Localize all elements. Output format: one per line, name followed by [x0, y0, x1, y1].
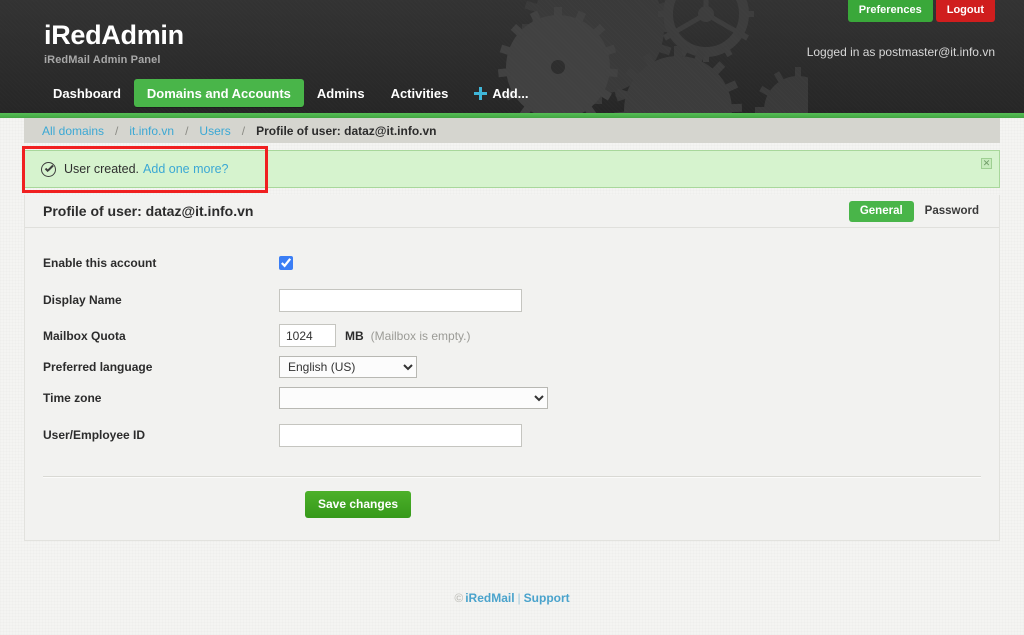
mailbox-quota-label: Mailbox Quota [43, 329, 279, 343]
preferred-language-select[interactable]: English (US) [279, 356, 417, 378]
employee-id-label: User/Employee ID [43, 428, 279, 442]
add-one-more-link[interactable]: Add one more? [143, 162, 228, 176]
app-header: iRedAdmin iRedMail Admin Panel Preferenc… [0, 0, 1024, 113]
breadcrumb-item-domain[interactable]: it.info.vn [129, 124, 174, 138]
save-changes-button[interactable]: Save changes [305, 491, 411, 518]
display-name-label: Display Name [43, 293, 279, 307]
page-footer: ©iRedMail |Support [0, 541, 1024, 605]
plus-icon [474, 87, 487, 100]
employee-id-input[interactable] [279, 424, 522, 447]
brand-title: iRedAdmin [44, 22, 184, 49]
nav-item-add-label: Add... [492, 86, 528, 101]
breadcrumb-item-users[interactable]: Users [199, 124, 230, 138]
top-action-buttons: Preferences Logout [848, 0, 1024, 22]
breadcrumb-separator: / [185, 124, 188, 138]
breadcrumb-separator: / [115, 124, 118, 138]
mailbox-quota-hint: (Mailbox is empty.) [371, 329, 471, 343]
breadcrumb-current: Profile of user: dataz@it.info.vn [256, 124, 436, 138]
panel-header: Profile of user: dataz@it.info.vn Genera… [25, 195, 999, 228]
form-row-employee-id: User/Employee ID [25, 413, 999, 457]
time-zone-label: Time zone [43, 391, 279, 405]
display-name-input[interactable] [279, 289, 522, 312]
save-area: Save changes [25, 478, 999, 540]
mailbox-quota-input[interactable] [279, 324, 336, 347]
form-row-mailbox-quota: Mailbox Quota MB (Mailbox is empty.) [25, 320, 999, 351]
footer-link-iredmail[interactable]: iRedMail [465, 591, 514, 605]
nav-item-admins[interactable]: Admins [304, 79, 378, 107]
enable-account-checkbox[interactable] [279, 256, 293, 270]
panel-tabs: General Password [849, 201, 990, 222]
nav-item-dashboard[interactable]: Dashboard [40, 79, 134, 107]
breadcrumb-item-all-domains[interactable]: All domains [42, 124, 104, 138]
alert-area: User created. Add one more? ✕ [0, 143, 1024, 188]
tab-general[interactable]: General [849, 201, 914, 222]
time-zone-select[interactable] [279, 387, 548, 409]
nav-item-domains-and-accounts[interactable]: Domains and Accounts [134, 79, 304, 107]
preferred-language-label: Preferred language [43, 360, 279, 374]
breadcrumb-separator: / [242, 124, 245, 138]
alert-message: User created. [64, 162, 139, 176]
breadcrumb-wrapper: All domains / it.info.vn / Users / Profi… [0, 118, 1024, 143]
nav-item-activities[interactable]: Activities [378, 79, 462, 107]
form-row-display-name: Display Name [25, 280, 999, 320]
tab-password[interactable]: Password [914, 201, 990, 222]
logged-in-status: Logged in as postmaster@it.info.vn [807, 45, 995, 59]
close-icon[interactable]: ✕ [981, 158, 992, 169]
copyright-symbol: © [454, 591, 463, 605]
form-row-enable-account: Enable this account [25, 246, 999, 280]
panel-body: Enable this account Display Name Mailbox… [25, 228, 999, 540]
enable-account-label: Enable this account [43, 256, 279, 270]
footer-link-support[interactable]: Support [524, 591, 570, 605]
page-title: Profile of user: dataz@it.info.vn [43, 203, 849, 219]
nav-item-add[interactable]: Add... [461, 79, 541, 107]
brand: iRedAdmin iRedMail Admin Panel [44, 22, 184, 66]
breadcrumb: All domains / it.info.vn / Users / Profi… [24, 118, 1000, 143]
footer-divider: | [518, 591, 521, 605]
preferences-button[interactable]: Preferences [848, 0, 933, 22]
main-navigation: Dashboard Domains and Accounts Admins Ac… [0, 77, 1024, 109]
brand-subtitle: iRedMail Admin Panel [44, 54, 184, 66]
success-alert: User created. Add one more? ✕ [24, 150, 1000, 188]
panel-wrapper: Profile of user: dataz@it.info.vn Genera… [0, 188, 1024, 541]
logout-button[interactable]: Logout [936, 0, 995, 22]
profile-panel: Profile of user: dataz@it.info.vn Genera… [24, 195, 1000, 541]
mailbox-quota-unit: MB [345, 329, 364, 343]
form-row-time-zone: Time zone [25, 382, 999, 413]
circle-check-icon [41, 162, 56, 177]
form-row-preferred-language: Preferred language English (US) [25, 351, 999, 382]
